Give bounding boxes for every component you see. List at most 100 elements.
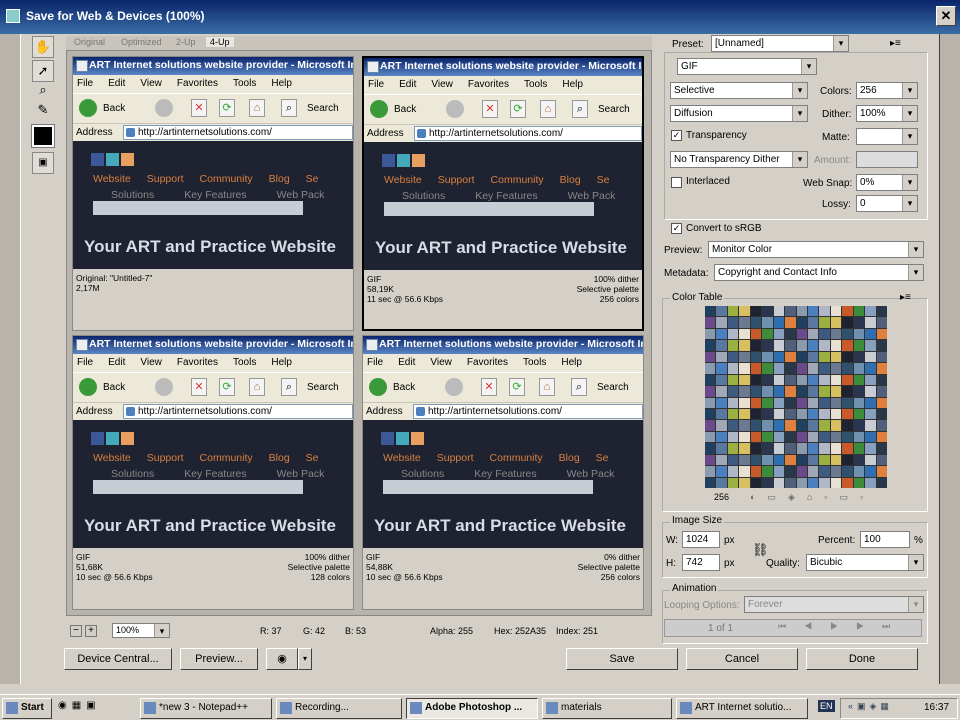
color-swatch[interactable] — [819, 317, 830, 328]
color-swatch[interactable] — [853, 328, 865, 340]
color-swatch[interactable] — [865, 431, 876, 443]
color-swatch[interactable] — [739, 306, 750, 317]
color-swatch[interactable] — [865, 351, 876, 363]
color-swatch[interactable] — [716, 351, 727, 363]
color-swatch[interactable] — [876, 477, 887, 488]
color-swatch[interactable] — [830, 443, 842, 454]
matte-select[interactable] — [856, 128, 918, 145]
zoom-tool-icon[interactable]: ⌕ — [32, 80, 54, 102]
color-swatch[interactable] — [819, 340, 830, 351]
color-swatch[interactable] — [830, 317, 842, 328]
color-swatch[interactable] — [785, 397, 796, 408]
color-swatch[interactable] — [876, 466, 887, 477]
color-swatch[interactable] — [785, 431, 796, 443]
color-table-menu-icon[interactable]: ▸≡ — [900, 292, 911, 303]
color-swatch[interactable] — [796, 454, 807, 466]
color-swatch[interactable] — [762, 408, 773, 420]
color-swatch[interactable] — [727, 363, 739, 374]
color-swatch[interactable] — [762, 420, 773, 431]
color-swatch[interactable] — [876, 454, 887, 466]
preset-select[interactable]: [Unnamed] — [711, 35, 849, 52]
color-swatch[interactable] — [739, 431, 750, 443]
color-swatch[interactable] — [762, 397, 773, 408]
transparency-dither-select[interactable]: No Transparency Dither — [670, 151, 808, 168]
color-swatch[interactable] — [762, 443, 773, 454]
color-swatch[interactable] — [739, 466, 750, 477]
dither-field[interactable]: 100% — [856, 105, 918, 122]
color-swatch[interactable] — [842, 397, 853, 408]
color-swatch[interactable] — [807, 443, 819, 454]
color-swatch[interactable] — [853, 420, 865, 431]
color-swatch[interactable] — [762, 351, 773, 363]
zoom-in-button[interactable]: + — [85, 625, 97, 637]
color-swatch[interactable] — [762, 431, 773, 443]
color-swatch[interactable] — [705, 431, 716, 443]
color-swatch[interactable] — [727, 386, 739, 397]
color-swatch[interactable] — [807, 340, 819, 351]
color-swatch[interactable] — [705, 386, 716, 397]
color-swatch[interactable] — [762, 306, 773, 317]
color-swatch[interactable] — [807, 408, 819, 420]
color-swatch[interactable] — [785, 363, 796, 374]
color-swatch[interactable] — [807, 306, 819, 317]
color-swatch[interactable] — [876, 328, 887, 340]
color-swatch[interactable] — [762, 386, 773, 397]
preview-button[interactable]: Preview... — [180, 648, 258, 670]
task-photoshop[interactable]: Adobe Photoshop ... — [406, 698, 538, 719]
color-swatch[interactable] — [807, 328, 819, 340]
color-swatch[interactable] — [750, 443, 762, 454]
color-swatch[interactable] — [853, 443, 865, 454]
color-swatch[interactable] — [716, 408, 727, 420]
color-swatch[interactable] — [750, 340, 762, 351]
color-swatch[interactable] — [807, 363, 819, 374]
color-swatch[interactable] — [716, 477, 727, 488]
color-swatch[interactable] — [750, 420, 762, 431]
color-swatch[interactable] — [865, 386, 876, 397]
quality-select[interactable]: Bicubic — [806, 554, 924, 571]
color-swatch[interactable] — [865, 420, 876, 431]
color-swatch[interactable] — [705, 317, 716, 328]
color-swatch[interactable] — [785, 306, 796, 317]
color-swatch[interactable] — [842, 340, 853, 351]
color-swatch[interactable] — [830, 351, 842, 363]
color-swatch[interactable] — [773, 431, 785, 443]
color-swatch[interactable] — [819, 328, 830, 340]
color-swatch[interactable] — [727, 477, 739, 488]
preview-pane-2[interactable]: ART Internet solutions website provider … — [362, 56, 644, 331]
color-swatch[interactable] — [750, 454, 762, 466]
color-swatch[interactable] — [853, 317, 865, 328]
color-swatch[interactable] — [876, 363, 887, 374]
color-swatch[interactable] — [750, 306, 762, 317]
color-swatch[interactable] — [705, 397, 716, 408]
color-swatch[interactable] — [727, 443, 739, 454]
start-button[interactable]: Start — [2, 698, 52, 719]
palette-select[interactable]: Selective — [670, 82, 808, 99]
color-swatch[interactable] — [807, 317, 819, 328]
color-swatch[interactable] — [842, 317, 853, 328]
color-swatch[interactable] — [853, 408, 865, 420]
color-swatch[interactable] — [773, 408, 785, 420]
slice-select-tool-icon[interactable]: ➚ — [32, 60, 54, 82]
color-swatch[interactable] — [739, 420, 750, 431]
color-swatch[interactable] — [807, 386, 819, 397]
color-swatch[interactable] — [865, 328, 876, 340]
color-swatch[interactable] — [739, 386, 750, 397]
color-swatch[interactable] — [762, 466, 773, 477]
color-swatch[interactable] — [876, 408, 887, 420]
color-swatch[interactable] — [865, 306, 876, 317]
color-swatch[interactable] — [705, 443, 716, 454]
color-swatch[interactable] — [796, 420, 807, 431]
color-swatch[interactable] — [842, 328, 853, 340]
color-swatch[interactable] — [750, 397, 762, 408]
color-swatch[interactable] — [739, 443, 750, 454]
color-swatch[interactable] — [865, 374, 876, 386]
color-swatch[interactable] — [773, 443, 785, 454]
color-swatch[interactable] — [727, 374, 739, 386]
color-swatch[interactable] — [876, 317, 887, 328]
color-swatch[interactable] — [819, 431, 830, 443]
tray-icons[interactable]: «▣◈▦ — [848, 701, 893, 712]
height-field[interactable]: 742 — [682, 554, 720, 571]
tab-2-up[interactable]: 2-Up — [176, 37, 196, 47]
color-swatch[interactable] — [865, 340, 876, 351]
color-swatch[interactable] — [739, 454, 750, 466]
